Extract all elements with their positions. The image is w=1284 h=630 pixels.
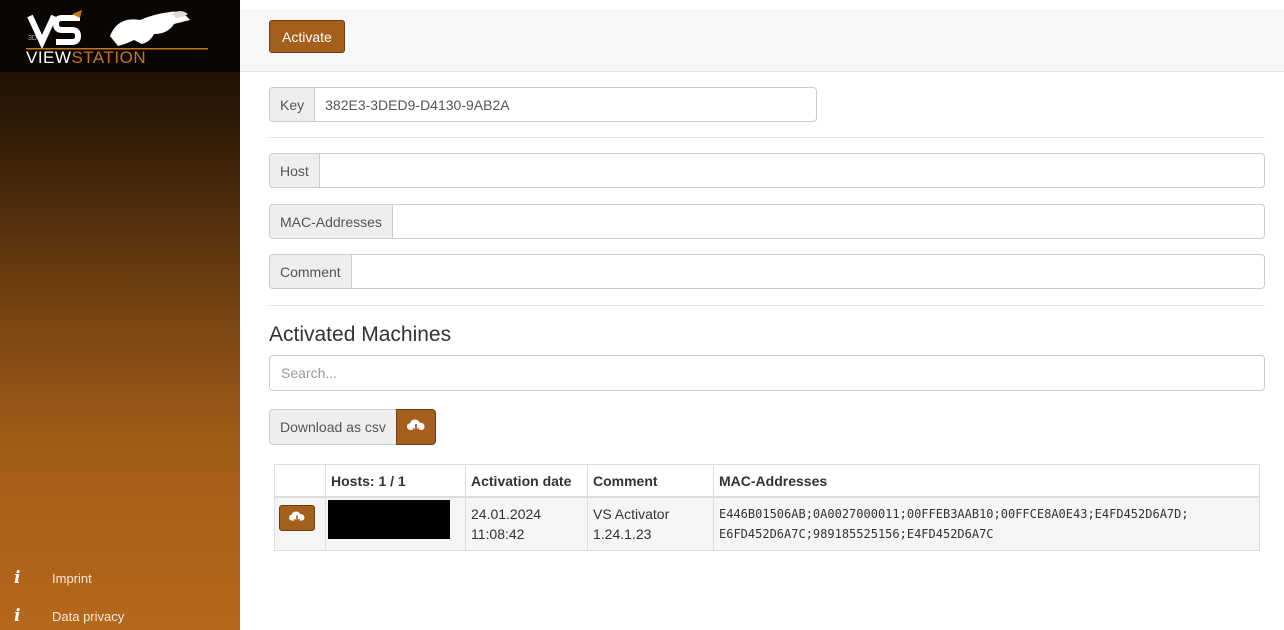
column-header	[274, 464, 326, 498]
key-label: Key	[270, 88, 316, 121]
cloud-download-icon	[289, 511, 305, 524]
sidebar: 3D VIEWSTATION i Imprint i Data privacy	[0, 0, 240, 630]
column-header-mac-addresses[interactable]: MAC-Addresses	[713, 464, 1260, 498]
row-action-cell	[274, 496, 326, 551]
section-title: Activated Machines	[269, 323, 452, 346]
sidebar-item-imprint[interactable]: i Imprint	[14, 567, 92, 589]
download-csv-label: Download as csv	[269, 409, 397, 445]
mac-addresses-cell: E446B01506AB;0A0027000011;00FFEB3AAB10;0…	[713, 496, 1260, 551]
row-download-button[interactable]	[279, 505, 315, 531]
download-csv-button[interactable]	[395, 409, 436, 445]
column-header-activation-date[interactable]: Activation date	[465, 464, 588, 498]
table-row: 24.01.2024 11:08:42 VS Activator 1.24.1.…	[274, 496, 1260, 551]
sidebar-item-label: Imprint	[52, 570, 92, 586]
mac-addresses-line: E6FD452D6A7C;989185525156;E4FD452D6A7C	[719, 527, 994, 541]
viewstation-logo-icon: 3D VIEWSTATION	[26, 10, 208, 66]
column-header-hosts[interactable]: Hosts: 1 / 1	[325, 464, 466, 498]
comment-input[interactable]	[351, 255, 1264, 288]
top-toolbar: Activate	[240, 9, 1284, 72]
activated-machines-table: Hosts: 1 / 1 Activation date Comment MAC…	[274, 464, 1260, 551]
host-label: Host	[270, 154, 320, 187]
redacted-host	[328, 500, 450, 539]
cloud-download-icon	[406, 419, 425, 434]
host-input[interactable]	[319, 154, 1264, 187]
comment-cell: VS Activator 1.24.1.23	[587, 496, 714, 551]
info-icon: i	[14, 568, 21, 588]
comment-text: VS Activator	[593, 506, 670, 522]
search-input[interactable]	[269, 355, 1265, 391]
divider	[269, 305, 1265, 306]
column-header-comment[interactable]: Comment	[587, 464, 714, 498]
comment-version: 1.24.1.23	[593, 526, 652, 542]
logo[interactable]: 3D VIEWSTATION	[0, 0, 240, 72]
host-cell	[325, 496, 466, 551]
mac-input-group: MAC-Addresses	[269, 204, 1265, 239]
mac-addresses-line: E446B01506AB;0A0027000011;00FFEB3AAB10;0…	[719, 507, 1189, 521]
mac-addresses-input[interactable]	[392, 205, 1264, 238]
mac-label: MAC-Addresses	[270, 205, 393, 238]
svg-text:VIEWSTATION: VIEWSTATION	[26, 48, 146, 66]
activation-date: 24.01.2024	[471, 506, 542, 522]
comment-input-group: Comment	[269, 254, 1265, 289]
divider	[269, 137, 1265, 138]
sidebar-item-label: Data privacy	[52, 608, 125, 624]
table-header-row: Hosts: 1 / 1 Activation date Comment MAC…	[274, 464, 1260, 498]
comment-label: Comment	[270, 255, 352, 288]
activation-date-cell: 24.01.2024 11:08:42	[465, 496, 588, 551]
info-icon: i	[14, 606, 21, 626]
svg-text:3D: 3D	[28, 35, 37, 42]
activation-time: 11:08:42	[471, 526, 525, 542]
sidebar-item-data-privacy[interactable]: i Data privacy	[14, 605, 124, 627]
key-input-group: Key	[269, 87, 817, 122]
download-csv-group: Download as csv	[269, 409, 436, 445]
activate-button[interactable]: Activate	[269, 20, 345, 53]
host-input-group: Host	[269, 153, 1265, 188]
key-input[interactable]	[315, 88, 816, 121]
